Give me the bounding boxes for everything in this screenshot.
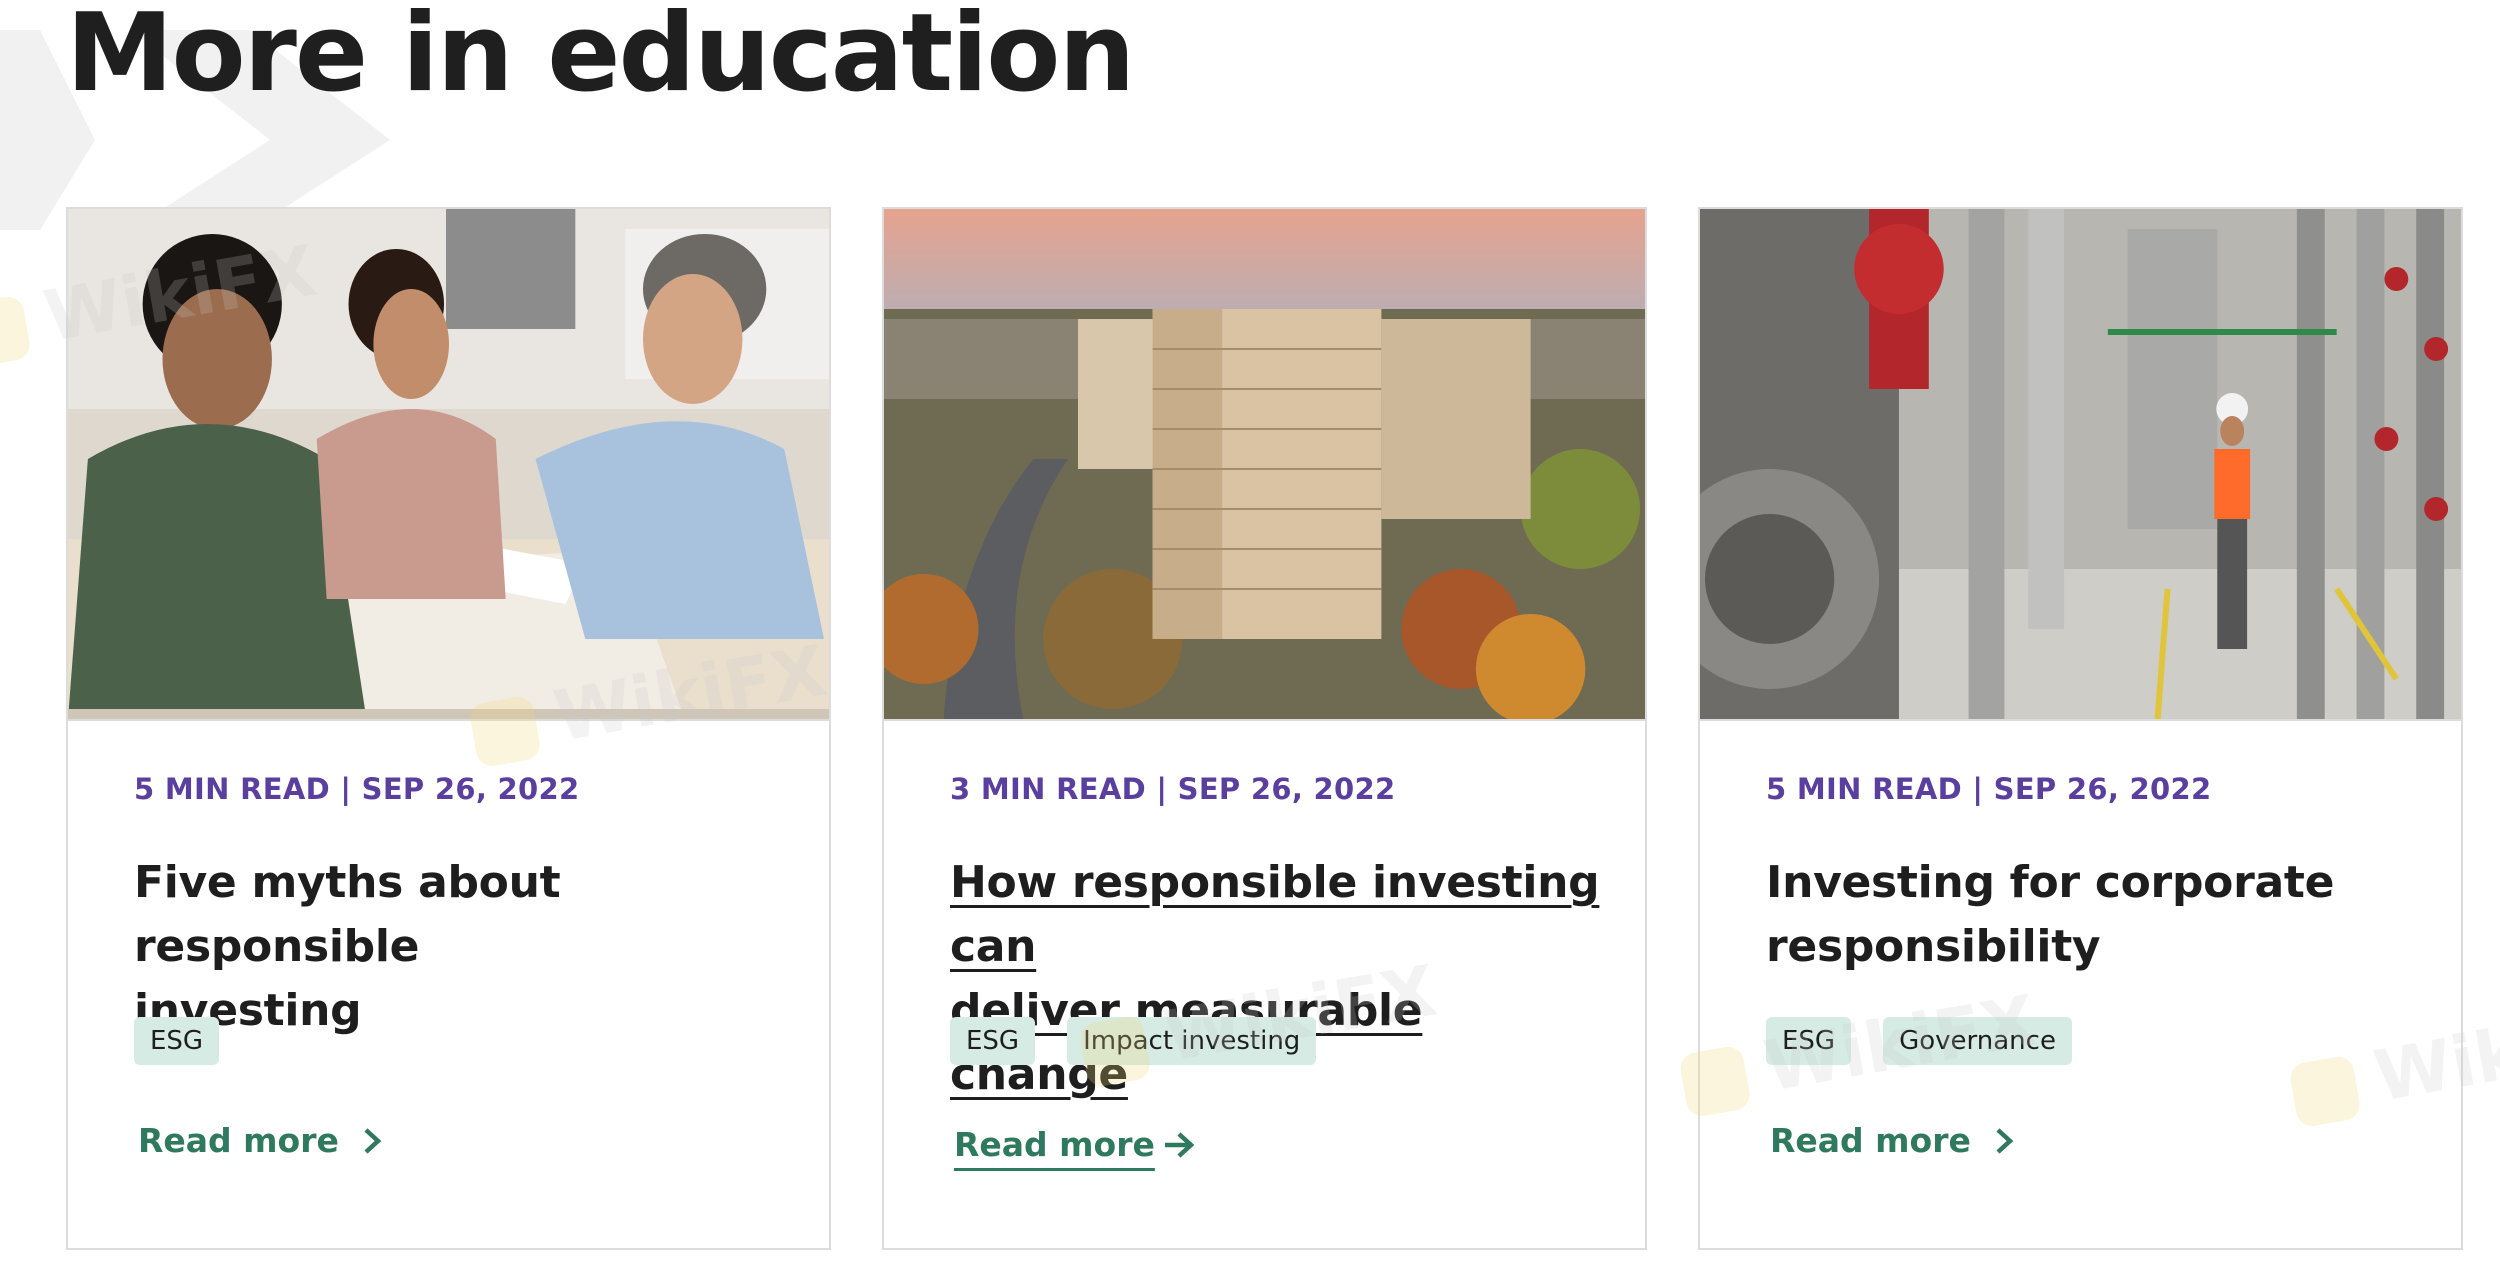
read-more-link[interactable]: Read more: [1770, 1121, 2017, 1161]
article-meta: 5 MIN READ | SEP 26, 2022: [134, 772, 580, 806]
read-more-label: Read more: [954, 1125, 1155, 1164]
article-image[interactable]: [68, 209, 829, 721]
read-more-link[interactable]: Read more: [954, 1125, 1197, 1165]
industrial-plant-worker-photo: [1700, 209, 2461, 719]
tag-esg[interactable]: ESG: [1766, 1017, 1852, 1065]
page: More in education 5 MIN READ | SEP 26, 2…: [0, 0, 2500, 1264]
article-image[interactable]: [1700, 209, 2461, 721]
article-card[interactable]: 5 MIN READ | SEP 26, 2022 Investing for …: [1698, 207, 2463, 1250]
article-headline[interactable]: How responsible investing can deliver me…: [950, 851, 1605, 1100]
card-body: 3 MIN READ | SEP 26, 2022 How responsibl…: [950, 769, 1605, 1100]
tag-esg[interactable]: ESG: [950, 1017, 1036, 1065]
article-card[interactable]: 5 MIN READ | SEP 26, 2022 Five myths abo…: [66, 207, 831, 1250]
article-cards: 5 MIN READ | SEP 26, 2022 Five myths abo…: [66, 207, 2466, 1252]
headline-line: Five myths about responsible: [134, 857, 561, 972]
read-more-label: Read more: [138, 1121, 339, 1160]
tag-impact-investing[interactable]: Impact investing: [1067, 1017, 1317, 1065]
article-meta: 3 MIN READ | SEP 26, 2022: [950, 772, 1396, 806]
article-image[interactable]: [884, 209, 1645, 721]
article-headline[interactable]: Five myths about responsible investing: [134, 851, 789, 1036]
section-title: More in education: [66, 0, 1135, 116]
article-card[interactable]: 3 MIN READ | SEP 26, 2022 How responsibl…: [882, 207, 1647, 1250]
chevron-right-icon: [364, 1128, 382, 1154]
tag-list: ESG Governance: [1766, 1017, 2421, 1065]
read-more-label: Read more: [1770, 1121, 1971, 1160]
arrow-right-icon: [1164, 1132, 1195, 1158]
article-headline[interactable]: Investing for corporate responsibility: [1766, 851, 2421, 979]
apartment-towers-aerial-photo: [884, 209, 1645, 719]
read-more-link[interactable]: Read more: [138, 1121, 385, 1161]
watermark-logo-icon: [0, 294, 33, 369]
card-body: 5 MIN READ | SEP 26, 2022 Investing for …: [1766, 769, 2421, 1065]
card-body: 5 MIN READ | SEP 26, 2022 Five myths abo…: [134, 769, 789, 1065]
article-meta: 5 MIN READ | SEP 26, 2022: [1766, 772, 2212, 806]
couple-meeting-advisor-photo: [68, 209, 829, 719]
tag-esg[interactable]: ESG: [134, 1017, 220, 1065]
headline-line: How responsible investing can: [950, 857, 1600, 972]
chevron-right-icon: [1996, 1128, 2014, 1154]
headline-line: responsibility: [1766, 921, 2101, 972]
tag-governance[interactable]: Governance: [1883, 1017, 2072, 1065]
headline-line: Investing for corporate: [1766, 857, 2335, 908]
